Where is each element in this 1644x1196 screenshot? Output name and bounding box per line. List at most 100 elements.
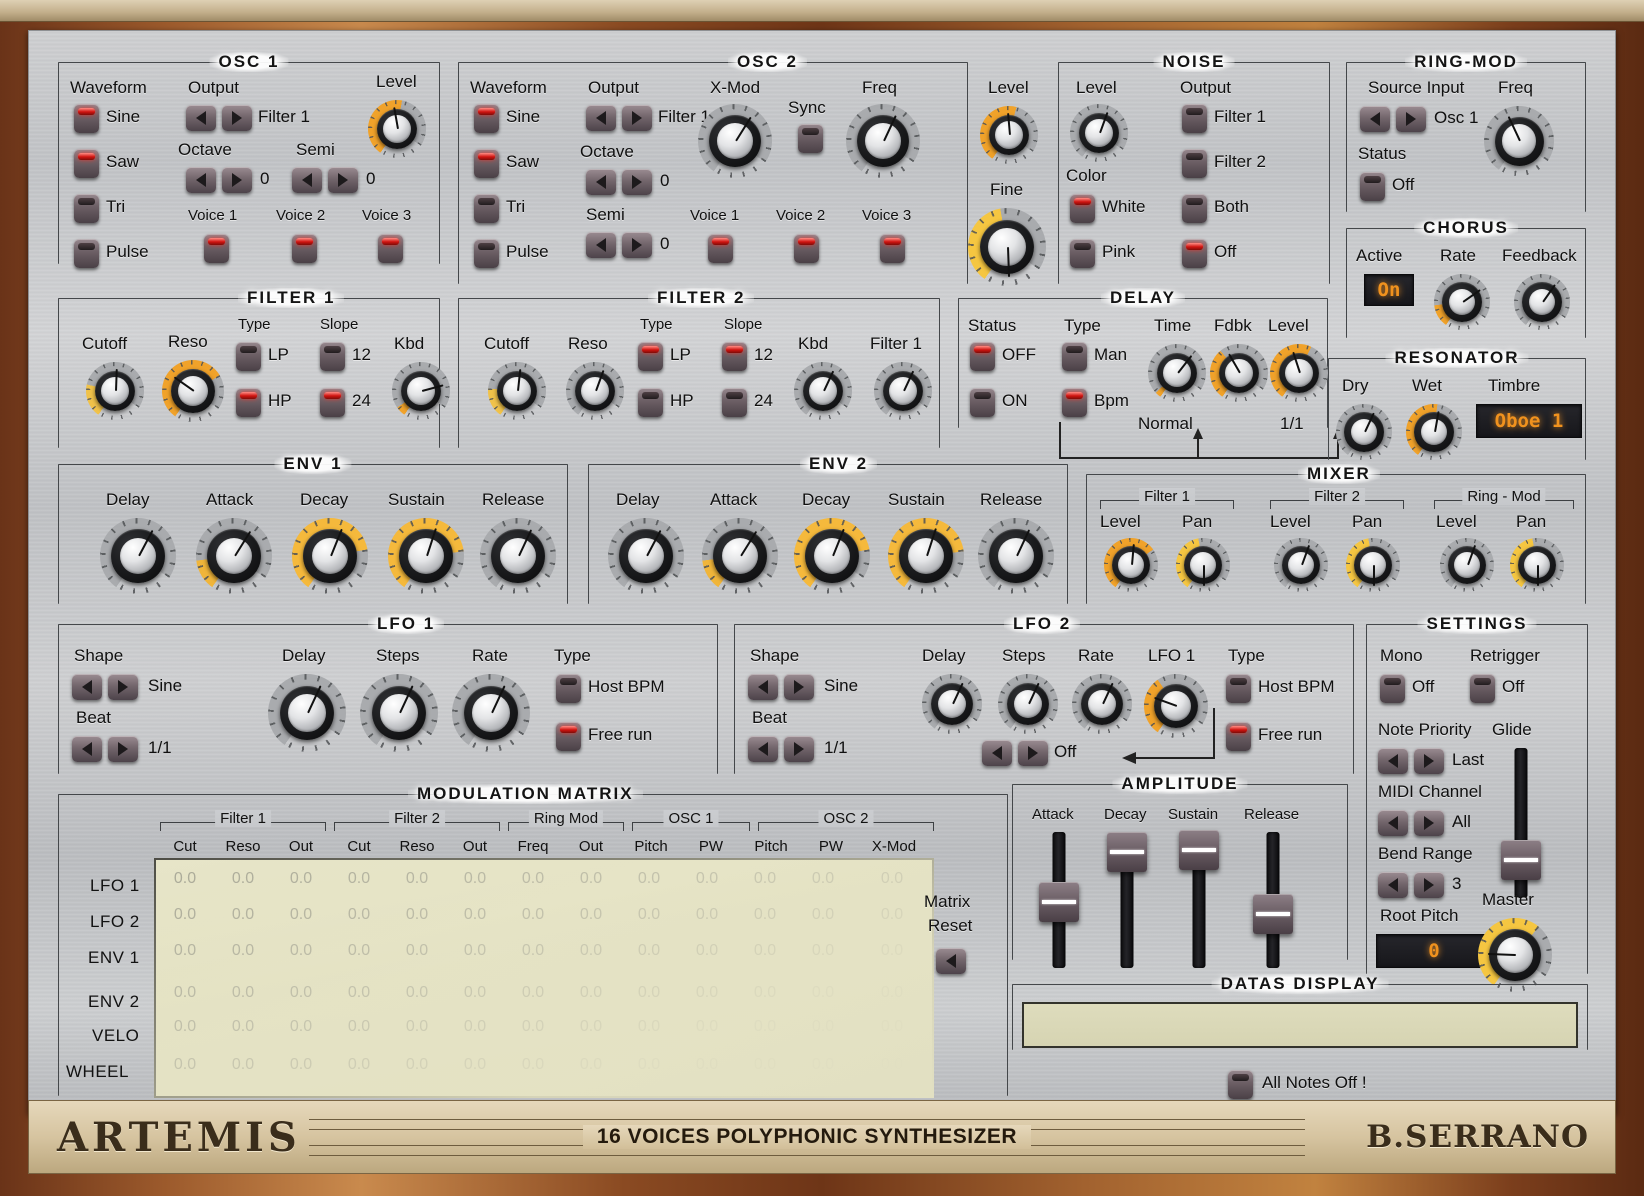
delay-status-on-button[interactable] <box>970 388 995 417</box>
chorus-active-value[interactable]: On <box>1364 274 1414 306</box>
noise-output-off-button[interactable] <box>1182 239 1207 268</box>
settings-mono-button[interactable] <box>1380 674 1405 703</box>
lfo2-steps-prev-button[interactable] <box>982 740 1012 766</box>
filter1-slope-12-button[interactable] <box>320 342 345 371</box>
matrix-cell[interactable]: 0.0 <box>214 906 272 924</box>
matrix-cell[interactable]: 0.0 <box>620 984 678 1002</box>
matrix-cell[interactable]: 0.0 <box>446 906 504 924</box>
ringmod-source-prev-button[interactable] <box>1360 106 1390 132</box>
settings-glide-slider[interactable] <box>1492 748 1550 898</box>
env1-decay-knob[interactable] <box>292 518 368 594</box>
matrix-cell[interactable]: 0.0 <box>678 942 736 960</box>
osc2-semi-next-button[interactable] <box>622 232 652 258</box>
settings-root-pitch-value[interactable]: 0 <box>1376 934 1492 968</box>
lfo2-type-hostbpm-button[interactable] <box>1226 674 1251 703</box>
matrix-cell[interactable]: 0.0 <box>330 942 388 960</box>
osc1-octave-prev-button[interactable] <box>186 167 216 193</box>
osc1-level-knob[interactable] <box>368 100 426 158</box>
env1-attack-knob[interactable] <box>196 518 272 594</box>
mixer-filter2-pan-knob[interactable] <box>1346 538 1400 592</box>
settings-retrigger-button[interactable] <box>1470 674 1495 703</box>
lfo1-type-hostbpm-button[interactable] <box>556 674 581 703</box>
matrix-cell[interactable]: 0.0 <box>678 984 736 1002</box>
matrix-cell[interactable]: 0.0 <box>388 984 446 1002</box>
matrix-cell[interactable]: 0.0 <box>388 906 446 924</box>
osc2-voice1-button[interactable] <box>708 234 733 263</box>
env1-release-knob[interactable] <box>480 518 556 594</box>
osc2-waveform-sine-button[interactable] <box>474 104 499 133</box>
osc2-octave-next-button[interactable] <box>622 169 652 195</box>
mixer-filter1-pan-knob[interactable] <box>1176 538 1230 592</box>
lfo2-steps-next-button[interactable] <box>1018 740 1048 766</box>
mixer-ringmod-pan-knob[interactable] <box>1510 538 1564 592</box>
matrix-cell[interactable]: 0.0 <box>620 906 678 924</box>
matrix-cell[interactable]: 0.0 <box>156 906 214 924</box>
settings-bend-range-next-button[interactable] <box>1414 872 1444 898</box>
matrix-cell[interactable]: 0.0 <box>330 984 388 1002</box>
matrix-cell[interactable]: 0.0 <box>272 1018 330 1036</box>
osc2-voice2-button[interactable] <box>794 234 819 263</box>
matrix-cell[interactable]: 0.0 <box>856 984 928 1002</box>
matrix-cell[interactable]: 0.0 <box>330 906 388 924</box>
matrix-cell[interactable]: 0.0 <box>388 942 446 960</box>
filter1-reso-knob[interactable] <box>162 360 224 422</box>
matrix-cell[interactable]: 0.0 <box>562 942 620 960</box>
lfo1-delay-knob[interactable] <box>268 674 346 752</box>
matrix-cell[interactable]: 0.0 <box>736 984 794 1002</box>
matrix-cell[interactable]: 0.0 <box>562 984 620 1002</box>
matrix-cell[interactable]: 0.0 <box>272 942 330 960</box>
ringmod-status-button[interactable] <box>1360 172 1385 201</box>
matrix-cell[interactable]: 0.0 <box>330 1056 388 1074</box>
env1-delay-knob[interactable] <box>100 518 176 594</box>
matrix-cell[interactable]: 0.0 <box>446 870 504 888</box>
matrix-cell[interactable]: 0.0 <box>856 870 928 888</box>
matrix-cell[interactable]: 0.0 <box>794 1018 852 1036</box>
delay-status-off-button[interactable] <box>970 342 995 371</box>
matrix-cell[interactable]: 0.0 <box>794 1056 852 1074</box>
osc1-output-next-button[interactable] <box>222 105 252 131</box>
delay-fdbk-knob[interactable] <box>1210 344 1268 402</box>
lfo1-beat-next-button[interactable] <box>108 736 138 762</box>
osc1-semi-prev-button[interactable] <box>292 167 322 193</box>
osc2-level-knob[interactable] <box>980 106 1038 164</box>
matrix-cell[interactable]: 0.0 <box>794 906 852 924</box>
env1-sustain-knob[interactable] <box>388 518 464 594</box>
amplitude-attack-slider[interactable] <box>1032 832 1086 968</box>
matrix-cell[interactable]: 0.0 <box>620 1018 678 1036</box>
matrix-cell[interactable]: 0.0 <box>562 906 620 924</box>
matrix-cell[interactable]: 0.0 <box>856 906 928 924</box>
lfo1-beat-prev-button[interactable] <box>72 736 102 762</box>
matrix-cell[interactable]: 0.0 <box>678 870 736 888</box>
matrix-cell[interactable]: 0.0 <box>678 1018 736 1036</box>
osc1-waveform-sine-button[interactable] <box>74 104 99 133</box>
matrix-reset-button[interactable] <box>936 948 966 974</box>
noise-output-filter1-button[interactable] <box>1182 104 1207 133</box>
osc1-output-prev-button[interactable] <box>186 105 216 131</box>
resonator-dry-knob[interactable] <box>1336 404 1392 460</box>
matrix-cell[interactable]: 0.0 <box>272 906 330 924</box>
noise-output-both-button[interactable] <box>1182 194 1207 223</box>
matrix-cell[interactable]: 0.0 <box>504 906 562 924</box>
matrix-cell[interactable]: 0.0 <box>156 984 214 1002</box>
all-notes-off-button[interactable] <box>1228 1070 1253 1099</box>
matrix-cell[interactable]: 0.0 <box>446 1018 504 1036</box>
matrix-cell[interactable]: 0.0 <box>272 870 330 888</box>
delay-time-knob[interactable] <box>1148 344 1206 402</box>
matrix-cell[interactable]: 0.0 <box>736 1056 794 1074</box>
settings-note-priority-next-button[interactable] <box>1414 748 1444 774</box>
osc1-voice3-button[interactable] <box>378 234 403 263</box>
filter2-slope-12-button[interactable] <box>722 342 747 371</box>
matrix-cell[interactable]: 0.0 <box>562 1056 620 1074</box>
noise-level-knob[interactable] <box>1070 104 1128 162</box>
matrix-cell[interactable]: 0.0 <box>156 1056 214 1074</box>
env2-decay-knob[interactable] <box>794 518 870 594</box>
settings-note-priority-prev-button[interactable] <box>1378 748 1408 774</box>
osc2-sync-button[interactable] <box>798 124 823 153</box>
osc2-fine-knob[interactable] <box>968 208 1046 286</box>
lfo2-delay-knob[interactable] <box>922 674 982 734</box>
lfo2-shape-prev-button[interactable] <box>748 674 778 700</box>
noise-color-pink-button[interactable] <box>1070 239 1095 268</box>
osc2-output-next-button[interactable] <box>622 105 652 131</box>
lfo2-beat-prev-button[interactable] <box>748 736 778 762</box>
osc1-semi-next-button[interactable] <box>328 167 358 193</box>
